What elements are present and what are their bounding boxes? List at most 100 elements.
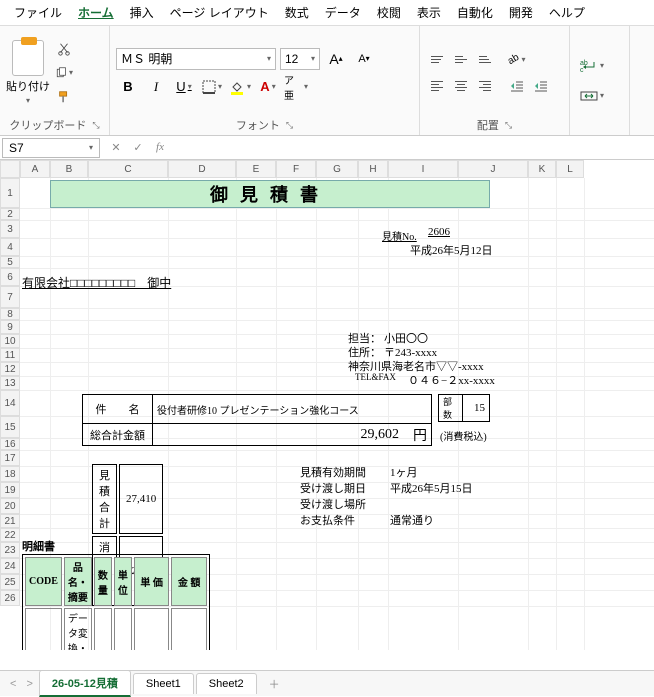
cancel-formula-button[interactable]: ✕ bbox=[106, 141, 126, 154]
row-header-8[interactable]: 8 bbox=[0, 308, 20, 320]
row-header-3[interactable]: 3 bbox=[0, 220, 20, 238]
col-header-C[interactable]: C bbox=[88, 160, 168, 178]
menu-automate[interactable]: 自動化 bbox=[451, 2, 499, 23]
font-name-select[interactable]: ＭＳ 明朝▾ bbox=[116, 48, 276, 70]
row-header-20[interactable]: 20 bbox=[0, 498, 20, 514]
fill-color-button[interactable] bbox=[228, 75, 252, 99]
col-header-L[interactable]: L bbox=[556, 160, 584, 178]
italic-button[interactable]: I bbox=[144, 75, 168, 99]
document-title: 御見積書 bbox=[50, 180, 490, 208]
telfax-label: TEL&FAX bbox=[355, 372, 396, 382]
font-dialog-launcher[interactable]: ⤡ bbox=[286, 120, 293, 131]
bold-button[interactable]: B bbox=[116, 75, 140, 99]
row-header-5[interactable]: 5 bbox=[0, 256, 20, 268]
row-header-1[interactable]: 1 bbox=[0, 178, 20, 208]
confirm-formula-button[interactable]: ✓ bbox=[128, 141, 148, 154]
row-header-16[interactable]: 16 bbox=[0, 438, 20, 450]
insert-function-button[interactable]: fx bbox=[150, 141, 170, 154]
row-header-19[interactable]: 19 bbox=[0, 482, 20, 498]
merge-button[interactable] bbox=[580, 84, 604, 108]
row-header-10[interactable]: 10 bbox=[0, 334, 20, 348]
menu-help[interactable]: ヘルプ bbox=[543, 2, 591, 23]
col-header-B[interactable]: B bbox=[50, 160, 88, 178]
menu-pagelayout[interactable]: ページ レイアウト bbox=[164, 2, 275, 23]
row-header-23[interactable]: 23 bbox=[0, 542, 20, 558]
row-header-4[interactable]: 4 bbox=[0, 238, 20, 256]
menu-view[interactable]: 表示 bbox=[411, 2, 447, 23]
indent-increase-button[interactable] bbox=[530, 75, 552, 97]
tab-nav-prev[interactable]: < bbox=[6, 678, 20, 690]
row-header-13[interactable]: 13 bbox=[0, 376, 20, 390]
wrap-text-button[interactable]: abc bbox=[580, 54, 604, 78]
select-all-corner[interactable] bbox=[0, 160, 20, 178]
align-center-button[interactable] bbox=[450, 75, 472, 97]
name-box[interactable]: S7▾ bbox=[2, 138, 100, 158]
subject: 役付者研修10 プレゼンテーション強化コース bbox=[153, 395, 431, 423]
row-header-22[interactable]: 22 bbox=[0, 528, 20, 542]
font-size-select[interactable]: 12▾ bbox=[280, 48, 320, 70]
copy-button[interactable] bbox=[54, 63, 74, 83]
row-header-24[interactable]: 24 bbox=[0, 558, 20, 574]
sheet-tab-bar: < > 26-05-12見積 Sheet1 Sheet2 ＋ bbox=[0, 670, 654, 696]
row-header-17[interactable]: 17 bbox=[0, 450, 20, 466]
col-header-F[interactable]: F bbox=[276, 160, 316, 178]
col-header-G[interactable]: G bbox=[316, 160, 358, 178]
decrease-font-button[interactable]: A▾ bbox=[352, 47, 376, 71]
align-bottom-button[interactable] bbox=[474, 49, 496, 71]
col-header-D[interactable]: D bbox=[168, 160, 236, 178]
row-header-2[interactable]: 2 bbox=[0, 208, 20, 220]
tab-nav-next[interactable]: > bbox=[22, 678, 36, 690]
cut-button[interactable] bbox=[54, 39, 74, 59]
col-header-K[interactable]: K bbox=[528, 160, 556, 178]
align-top-button[interactable] bbox=[426, 49, 448, 71]
menu-developer[interactable]: 開発 bbox=[503, 2, 539, 23]
format-painter-button[interactable] bbox=[54, 87, 74, 107]
menu-home[interactable]: ホーム bbox=[72, 2, 120, 23]
delivery-place-label: 受け渡し場所 bbox=[300, 496, 366, 512]
detail-table: CODE 品名・摘要 数 量 単位 単 価 金 額 データ変換・データ検証1式1… bbox=[22, 554, 210, 650]
sheet-tab-0[interactable]: 26-05-12見積 bbox=[39, 670, 131, 697]
border-button[interactable] bbox=[200, 75, 224, 99]
align-left-button[interactable] bbox=[426, 75, 448, 97]
sheet-tab-1[interactable]: Sheet1 bbox=[133, 673, 194, 694]
formula-input[interactable] bbox=[174, 146, 654, 150]
row-header-14[interactable]: 14 bbox=[0, 390, 20, 416]
col-header-I[interactable]: I bbox=[388, 160, 458, 178]
total: 29,602 bbox=[361, 427, 400, 443]
paste-icon[interactable] bbox=[12, 40, 44, 76]
menu-data[interactable]: データ bbox=[319, 2, 367, 23]
font-color-button[interactable]: A bbox=[256, 75, 280, 99]
font-group-label: フォント bbox=[236, 117, 280, 133]
menu-file[interactable]: ファイル bbox=[8, 2, 68, 23]
col-header-H[interactable]: H bbox=[358, 160, 388, 178]
row-header-25[interactable]: 25 bbox=[0, 574, 20, 590]
row-header-9[interactable]: 9 bbox=[0, 320, 20, 334]
col-header-E[interactable]: E bbox=[236, 160, 276, 178]
row-header-15[interactable]: 15 bbox=[0, 416, 20, 438]
row-header-6[interactable]: 6 bbox=[0, 268, 20, 286]
orientation-button[interactable]: ab bbox=[506, 49, 528, 71]
row-header-18[interactable]: 18 bbox=[0, 466, 20, 482]
add-sheet-button[interactable]: ＋ bbox=[259, 672, 290, 696]
phonetic-button[interactable]: ア亜 bbox=[284, 75, 308, 99]
align-dialog-launcher[interactable]: ⤡ bbox=[505, 120, 512, 131]
paste-label[interactable]: 貼り付け bbox=[6, 78, 50, 94]
menu-review[interactable]: 校閲 bbox=[371, 2, 407, 23]
clipboard-dialog-launcher[interactable]: ⤡ bbox=[92, 120, 99, 131]
indent-decrease-button[interactable] bbox=[506, 75, 528, 97]
sheet-tab-2[interactable]: Sheet2 bbox=[196, 673, 257, 694]
col-header-A[interactable]: A bbox=[20, 160, 50, 178]
menu-insert[interactable]: 挿入 bbox=[124, 2, 160, 23]
spreadsheet-grid[interactable]: ABCDEFGHIJKL 123456789101112131415161718… bbox=[0, 160, 654, 650]
increase-font-button[interactable]: A▴ bbox=[324, 47, 348, 71]
row-header-7[interactable]: 7 bbox=[0, 286, 20, 308]
underline-button[interactable]: U bbox=[172, 75, 196, 99]
menu-formula[interactable]: 数式 bbox=[279, 2, 315, 23]
col-header-J[interactable]: J bbox=[458, 160, 528, 178]
row-header-26[interactable]: 26 bbox=[0, 590, 20, 606]
row-header-11[interactable]: 11 bbox=[0, 348, 20, 362]
row-header-21[interactable]: 21 bbox=[0, 514, 20, 528]
align-middle-button[interactable] bbox=[450, 49, 472, 71]
align-right-button[interactable] bbox=[474, 75, 496, 97]
row-header-12[interactable]: 12 bbox=[0, 362, 20, 376]
